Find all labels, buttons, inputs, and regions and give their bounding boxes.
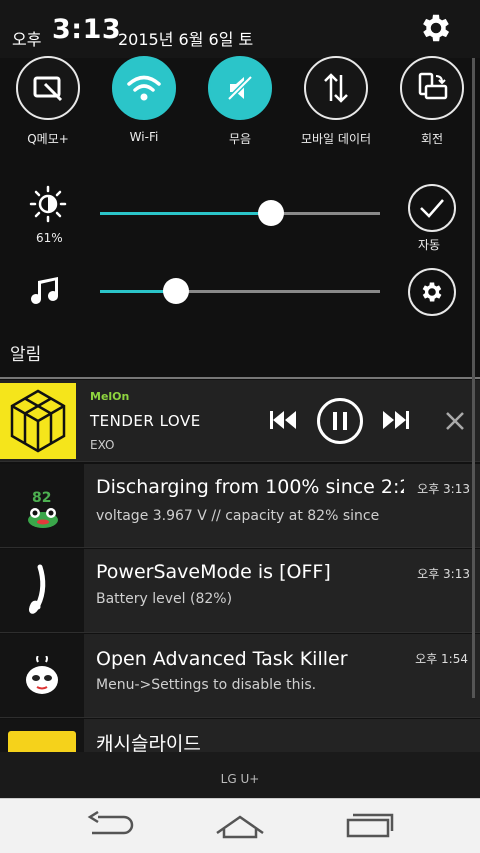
notification-icon: 82 — [0, 464, 84, 547]
mute-icon — [208, 56, 272, 120]
qmemo-icon — [16, 56, 80, 120]
brightness-row: 61% 자동 — [0, 170, 480, 252]
pause-icon — [333, 412, 347, 430]
divider — [0, 377, 480, 379]
brightness-icon — [29, 185, 67, 223]
checkmark-icon — [420, 199, 444, 218]
toggle-label: 회전 — [420, 132, 444, 146]
notification-icon — [0, 719, 84, 753]
quick-settings-toggles: Q메모+ Wi-Fi 무음 모바일 데이터 회전 — [0, 52, 480, 152]
notification-title: PowerSaveMode is [OFF] — [96, 561, 331, 583]
status-time: 3:13 — [52, 14, 122, 45]
exo-logo-icon — [10, 389, 66, 453]
toggle-wifi[interactable]: Wi-Fi — [106, 56, 182, 144]
status-ampm: 오후 — [12, 30, 42, 49]
notification-icon — [0, 549, 84, 632]
cashslide-icon — [8, 731, 76, 753]
navigation-bar — [0, 798, 480, 853]
status-bar: 오후 3:13 2015년 6월 6일 토 — [0, 0, 480, 58]
notification-subtitle: Battery level (82%) — [96, 591, 233, 607]
toggle-mobile-data[interactable]: 모바일 데이터 — [298, 56, 374, 147]
sound-settings-button[interactable] — [408, 268, 456, 316]
notification-icon — [0, 634, 84, 717]
notification-title: 캐시슬라이드 — [96, 733, 201, 753]
brightness-slider-handle[interactable] — [257, 200, 284, 226]
home-icon[interactable] — [214, 811, 266, 839]
rotate-icon — [400, 56, 464, 120]
brightness-percent: 61% — [36, 231, 63, 245]
skip-previous-icon[interactable] — [268, 408, 298, 432]
frog-icon — [28, 508, 58, 528]
music-app-name: MelOn — [90, 390, 130, 403]
notification-subtitle: voltage 3.967 V // capacity at 82% since — [96, 508, 380, 524]
toggle-rotate[interactable]: 회전 — [394, 56, 470, 147]
toggle-qmemo[interactable]: Q메모+ — [10, 56, 86, 147]
notification-subtitle: Menu->Settings to disable this. — [96, 677, 317, 693]
battery-level-text: 82 — [32, 490, 52, 506]
song-artist: EXO — [90, 438, 115, 452]
carrier-name: LG U+ — [220, 772, 260, 786]
pause-button[interactable] — [317, 398, 363, 444]
wifi-icon — [112, 56, 176, 120]
volume-slider[interactable] — [100, 278, 380, 304]
toggle-label: Wi-Fi — [129, 130, 159, 144]
notification-item[interactable]: Open Advanced Task Killer Menu->Settings… — [0, 634, 480, 718]
brightness-slider[interactable] — [100, 200, 380, 226]
volume-row — [0, 250, 480, 330]
skip-next-icon[interactable] — [381, 408, 411, 432]
mobile-data-icon — [304, 56, 368, 120]
carrier-bar: LG U+ — [0, 752, 480, 798]
notification-title: Discharging from 100% since 2:22 — [96, 476, 404, 498]
notification-item[interactable]: PowerSaveMode is [OFF] Battery level (82… — [0, 549, 480, 633]
toggle-mute[interactable]: 무음 — [202, 56, 278, 147]
notification-item[interactable]: 캐시슬라이드 — [0, 719, 480, 753]
toggle-label: 모바일 데이터 — [300, 132, 372, 146]
notifications-header: 알림 — [10, 345, 42, 365]
toggle-label: 무음 — [228, 132, 252, 146]
toggle-label: Q메모+ — [27, 132, 69, 146]
scrollbar[interactable] — [472, 58, 475, 698]
music-note-icon — [31, 277, 58, 304]
task-killer-icon — [26, 656, 58, 694]
volume-slider-handle[interactable] — [162, 278, 189, 304]
gear-icon — [422, 282, 442, 302]
back-icon[interactable] — [86, 811, 136, 839]
notification-time: 오후 1:54 — [415, 652, 468, 666]
notification-time: 오후 3:13 — [411, 480, 470, 497]
brightness-fill — [100, 212, 271, 215]
auto-brightness-button[interactable] — [408, 184, 456, 232]
music-player-notification[interactable]: MelOn TENDER LOVE EXO — [0, 380, 480, 462]
notification-title: Open Advanced Task Killer — [96, 648, 348, 670]
song-title: TENDER LOVE — [90, 412, 201, 430]
recent-apps-icon[interactable] — [344, 811, 396, 839]
gear-icon[interactable] — [418, 10, 454, 46]
status-date: 2015년 6월 6일 토 — [118, 30, 254, 49]
close-icon[interactable] — [444, 410, 466, 432]
notification-item[interactable]: 82 Discharging from 100% since 2:22 volt… — [0, 464, 480, 548]
album-art — [0, 383, 76, 459]
notification-time: 오후 3:13 — [417, 567, 470, 581]
power-save-leaf-icon — [29, 564, 46, 614]
